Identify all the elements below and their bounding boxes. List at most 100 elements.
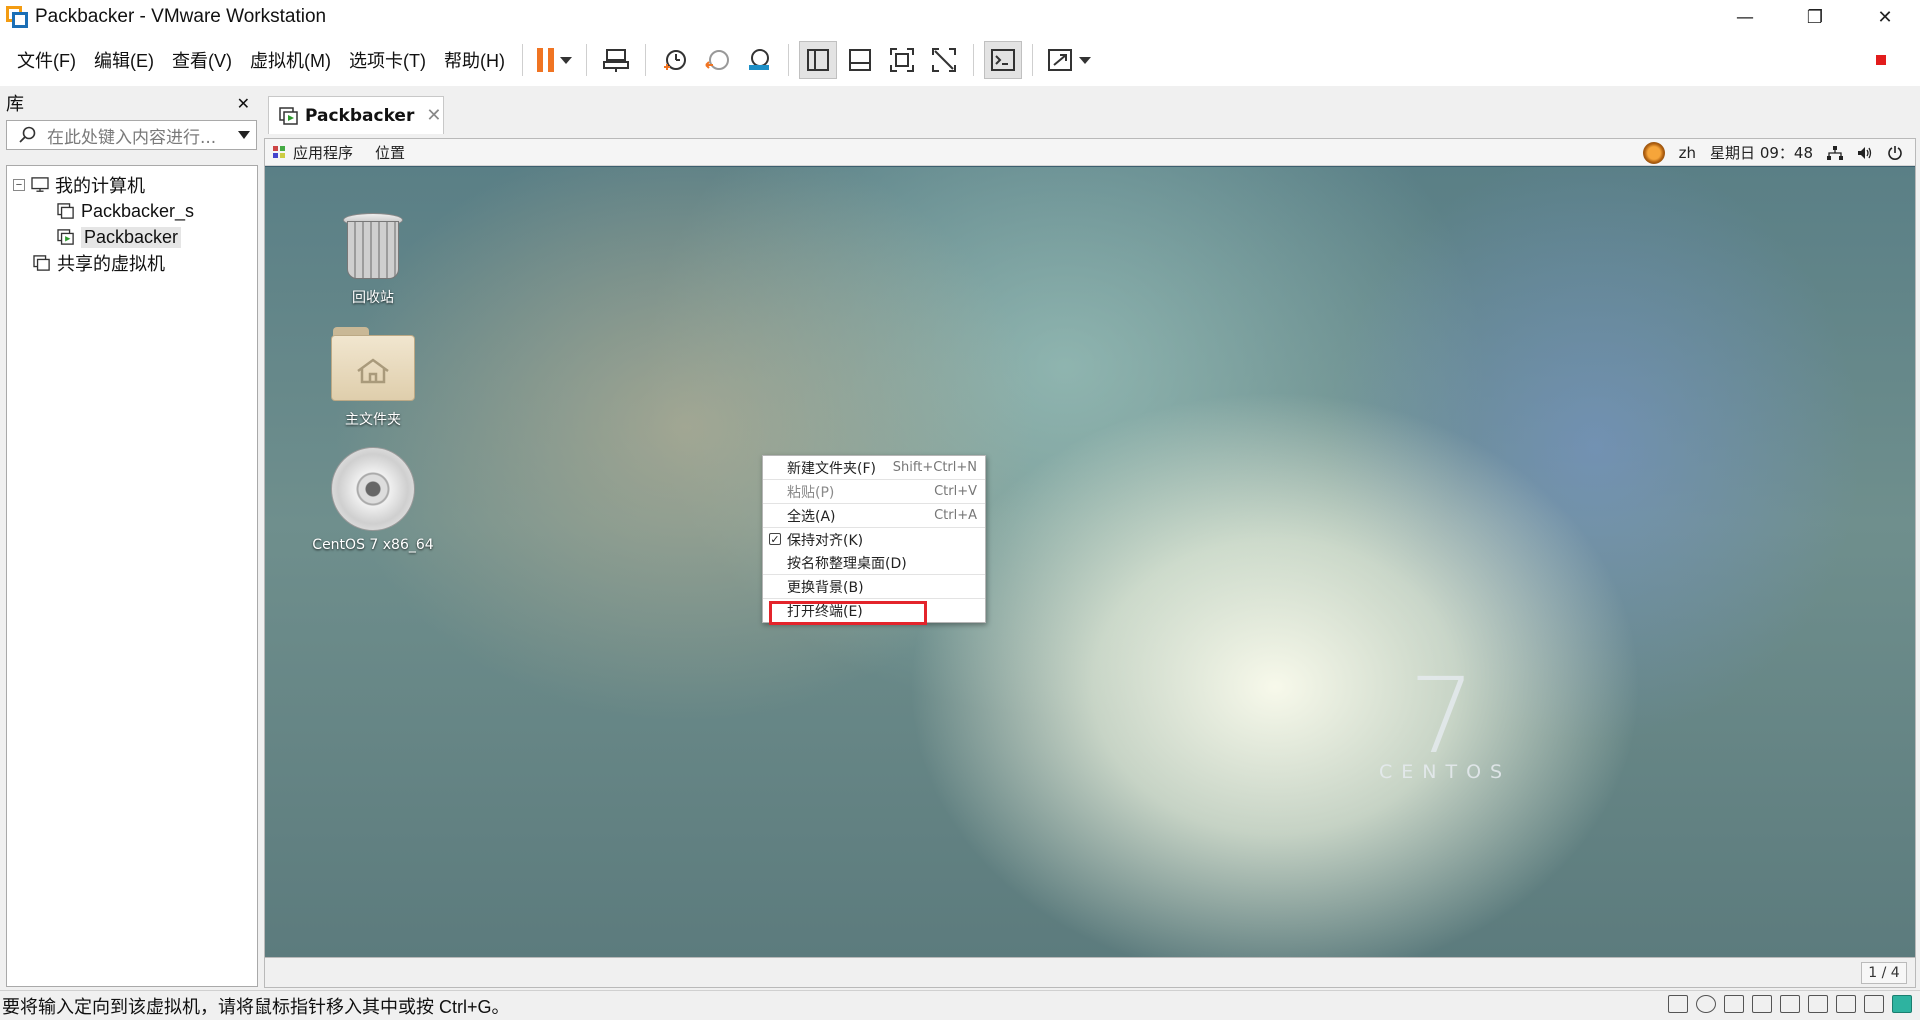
pause-icon — [536, 48, 554, 72]
printer-icon[interactable] — [1780, 995, 1800, 1013]
checkbox-checked-icon: ✓ — [769, 533, 781, 546]
optical-disc-icon — [331, 447, 415, 531]
full-screen-button[interactable] — [883, 41, 921, 79]
window-controls: — ❐ ✕ — [1710, 0, 1920, 34]
volume-icon[interactable] — [1857, 146, 1873, 160]
network-icon[interactable] — [1827, 145, 1843, 160]
shared-vm-icon — [33, 255, 50, 271]
window-title: Packbacker - VMware Workstation — [35, 6, 327, 27]
vm-screen[interactable]: 应用程序 位置 zh 星期日 09：48 回收站 主文件夹 CentOS 7 x… — [264, 138, 1916, 958]
toolbar-separator — [585, 44, 587, 76]
tab-close-button[interactable]: ✕ — [426, 105, 441, 126]
menu-item-label: 新建文件夹(F) — [787, 460, 876, 477]
menu-item-keep-aligned[interactable]: ✓ 保持对齐(K) — [763, 528, 985, 551]
page-indicator: 1 / 4 — [1861, 962, 1907, 984]
tab-packbacker[interactable]: Packbacker ✕ — [268, 96, 444, 134]
send-ctrl-alt-del-button[interactable] — [597, 41, 635, 79]
menu-vm[interactable]: 虚拟机(M) — [241, 47, 340, 73]
search-placeholder: 在此处键入内容进行... — [47, 127, 217, 148]
menu-view[interactable]: 查看(V) — [163, 47, 241, 73]
menu-edit[interactable]: 编辑(E) — [85, 47, 163, 73]
thumbnail-view-button[interactable] — [841, 41, 879, 79]
guest-top-bar: 应用程序 位置 zh 星期日 09：48 — [265, 139, 1915, 166]
tree-item-vm-running[interactable]: Packbacker — [7, 224, 257, 250]
stretch-icon — [1047, 49, 1072, 71]
library-view-button[interactable] — [798, 41, 837, 79]
annotation-highlight-box — [769, 601, 927, 625]
menu-item-organize-desktop[interactable]: 按名称整理桌面(D) — [763, 551, 985, 574]
tree-item-label: Packbacker_s — [81, 200, 195, 221]
sound-card-icon[interactable] — [1808, 995, 1828, 1013]
snapshot-manager-icon — [748, 49, 769, 70]
library-panel: 库 ✕ 在此处键入内容进行... − 我的计算机 Packbacker_s Pa… — [0, 88, 262, 988]
menu-item-change-background[interactable]: 更换背景(B) — [763, 575, 985, 598]
vm-bottom-strip: 1 / 4 — [264, 958, 1916, 988]
menu-item-shortcut: Shift+Ctrl+N — [892, 460, 977, 475]
console-view-button[interactable] — [983, 41, 1022, 79]
pause-button[interactable] — [533, 41, 576, 79]
applications-label: 应用程序 — [293, 143, 354, 162]
toolbar-separator — [787, 44, 789, 76]
snapshot-manager-button[interactable] — [740, 41, 778, 79]
display-icon[interactable] — [1836, 995, 1856, 1013]
network-adapter-icon[interactable] — [1724, 995, 1744, 1013]
input-language[interactable]: zh — [1679, 144, 1696, 162]
library-view-icon — [806, 49, 829, 71]
desktop-icon-trash[interactable]: 回收站 — [303, 209, 443, 307]
close-button[interactable]: ✕ — [1850, 0, 1920, 34]
menu-item-paste[interactable]: 粘贴(P) Ctrl+V — [763, 480, 985, 503]
guest-top-bar-right: zh 星期日 09：48 — [1642, 139, 1915, 166]
unity-button[interactable] — [925, 41, 963, 79]
trash-icon — [343, 209, 403, 281]
applications-icon — [273, 146, 285, 158]
menu-help[interactable]: 帮助(H) — [435, 47, 514, 73]
cd-dvd-icon[interactable] — [1696, 995, 1716, 1013]
title-bar: Packbacker - VMware Workstation — ❐ ✕ — [0, 0, 1920, 34]
console-icon — [990, 49, 1015, 71]
stretch-button[interactable] — [1043, 41, 1095, 79]
hard-disk-icon[interactable] — [1668, 995, 1688, 1013]
chevron-down-icon[interactable] — [1078, 56, 1091, 64]
places-menu[interactable]: 位置 — [375, 142, 405, 163]
applications-menu[interactable]: 应用程序 — [273, 142, 353, 163]
usb-icon[interactable] — [1752, 995, 1772, 1013]
power-icon[interactable] — [1887, 145, 1903, 161]
library-search-input[interactable]: 在此处键入内容进行... — [6, 120, 257, 150]
message-log-icon[interactable] — [1864, 995, 1884, 1013]
restore-button[interactable]: ❐ — [1780, 0, 1850, 34]
snapshot-take-icon — [663, 50, 686, 70]
vm-running-icon — [57, 229, 74, 245]
menu-file[interactable]: 文件(F) — [8, 47, 85, 73]
toolbar-separator — [644, 44, 646, 76]
desktop-icon-label: CentOS 7 x86_64 — [312, 537, 434, 553]
guest-desktop[interactable]: 回收站 主文件夹 CentOS 7 x86_64 7 CENTOS 新建文件夹(… — [265, 167, 1915, 957]
desktop-icon-home[interactable]: 主文件夹 — [303, 327, 443, 429]
menu-item-shortcut: Ctrl+V — [934, 484, 977, 499]
desktop-icon-cdrom[interactable]: CentOS 7 x86_64 — [303, 447, 443, 553]
menu-item-select-all[interactable]: 全选(A) Ctrl+A — [763, 504, 985, 527]
toolbar-separator — [972, 44, 974, 76]
chevron-down-icon[interactable] — [559, 56, 572, 64]
desktop-icon-label: 主文件夹 — [345, 412, 401, 428]
user-avatar-icon[interactable] — [1642, 141, 1665, 164]
menu-tabs[interactable]: 选项卡(T) — [340, 47, 435, 73]
snapshot-revert-icon — [705, 50, 729, 70]
menu-item-new-folder[interactable]: 新建文件夹(F) Shift+Ctrl+N — [763, 456, 985, 479]
library-close-button[interactable]: ✕ — [237, 94, 250, 113]
toolbar-separator — [1031, 44, 1033, 76]
take-snapshot-button[interactable] — [656, 41, 694, 79]
revert-snapshot-button[interactable] — [698, 41, 736, 79]
tree-collapse-toggle[interactable]: − — [13, 179, 25, 191]
record-indicator-icon — [1876, 55, 1886, 65]
menu-toolbar: 文件(F) 编辑(E) 查看(V) 虚拟机(M) 选项卡(T) 帮助(H) — [0, 34, 1920, 86]
search-icon — [19, 126, 36, 143]
chevron-down-icon[interactable] — [238, 131, 250, 139]
tree-item-shared-vms[interactable]: 共享的虚拟机 — [7, 250, 257, 276]
tree-item-vm[interactable]: Packbacker_s — [7, 198, 257, 224]
vm-running-icon — [279, 106, 298, 125]
tree-item-my-computer[interactable]: − 我的计算机 — [7, 172, 257, 198]
vm-status-icon[interactable] — [1892, 995, 1912, 1013]
menu-item-shortcut: Ctrl+A — [934, 508, 977, 523]
clock[interactable]: 星期日 09：48 — [1710, 142, 1813, 163]
minimize-button[interactable]: — — [1710, 0, 1780, 34]
